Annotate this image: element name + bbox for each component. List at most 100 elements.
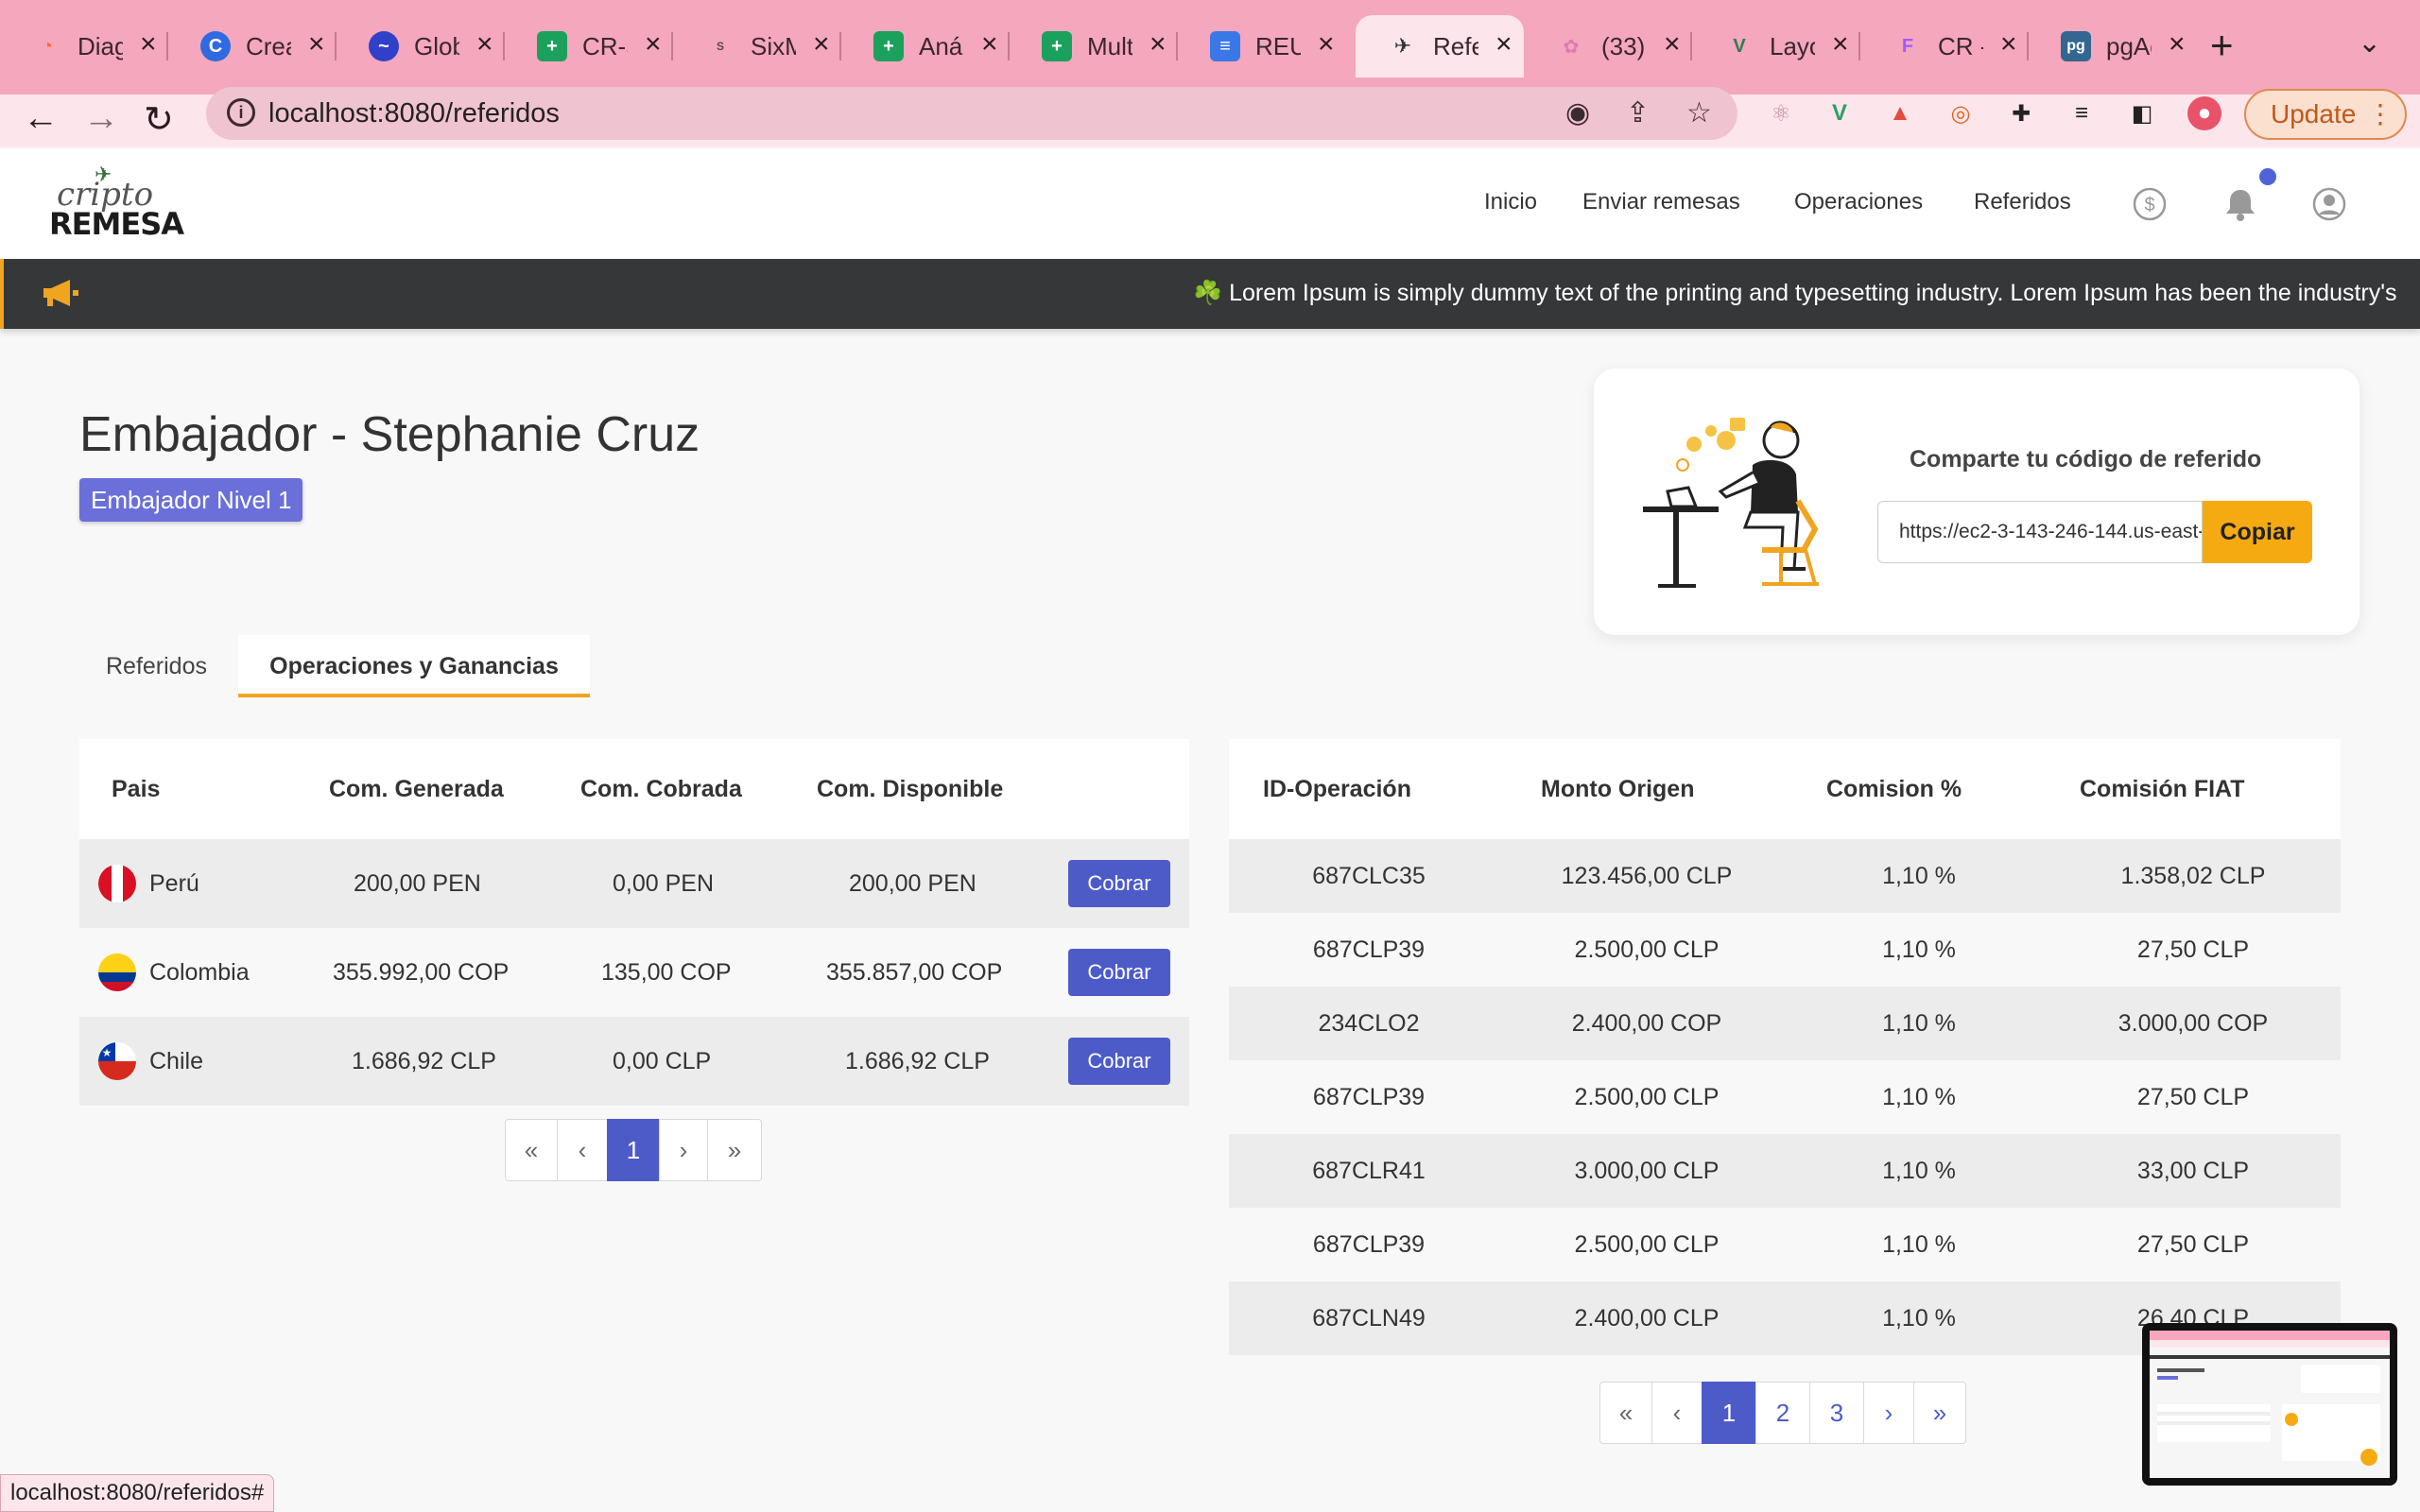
cobrar-button[interactable]: Cobrar: [1068, 860, 1170, 907]
more-vertical-icon[interactable]: ⋮: [2367, 91, 2394, 138]
operation-id-value: 687CLP39: [1312, 1231, 1426, 1258]
cobrar-button[interactable]: Cobrar: [1068, 949, 1170, 996]
close-tab-icon[interactable]: ×: [2169, 28, 2186, 60]
address-url[interactable]: localhost:8080/referidos: [268, 98, 560, 129]
profile-avatar-icon[interactable]: ●: [2187, 96, 2221, 130]
operation-row: 234CLO2 2.400,00 COP 1,10 % 3.000,00 COP: [1229, 987, 2341, 1060]
comision-fiat-value: 27,50 CLP: [2136, 1231, 2250, 1258]
tab-label: Layo: [1770, 32, 1815, 60]
close-tab-icon[interactable]: ×: [813, 28, 830, 60]
close-tab-icon[interactable]: ×: [140, 28, 157, 60]
react-devtools-icon[interactable]: ⚛: [1764, 96, 1798, 130]
reload-icon[interactable]: ↻: [144, 98, 174, 141]
tab-label: SixM: [751, 32, 796, 60]
tab-operaciones-ganancias[interactable]: Operaciones y Ganancias: [238, 635, 590, 697]
announcement-bar: ☘️ Lorem Ipsum is simply dummy text of t…: [0, 259, 2420, 329]
extensions-puzzle-icon[interactable]: ✚: [2004, 96, 2038, 130]
pagination-first[interactable]: «: [1599, 1382, 1652, 1444]
earnings-table: Pais Com. Generada Com. Cobrada Com. Dis…: [79, 739, 1189, 1106]
pagination-next[interactable]: ›: [659, 1119, 708, 1181]
screen-preview-thumbnail[interactable]: [2142, 1323, 2397, 1486]
new-tab-icon[interactable]: +: [2210, 23, 2234, 68]
browser-tab[interactable]: F CR - ×: [1860, 15, 2029, 77]
earnings-pagination: « ‹ 1 › »: [505, 1119, 762, 1181]
pagination-first[interactable]: «: [505, 1119, 558, 1181]
tab-favicon-icon: S: [716, 40, 724, 53]
close-tab-icon[interactable]: ×: [1832, 28, 1849, 60]
nav-referidos[interactable]: Referidos: [1974, 189, 2071, 215]
browser-tab-active[interactable]: ✈ Refe ×: [1356, 15, 1524, 77]
cripto-remesa-logo[interactable]: ✈ cripto REMESA: [45, 159, 184, 249]
side-panel-icon[interactable]: ◧: [2125, 96, 2159, 130]
browser-tab[interactable]: + Mult ×: [1010, 15, 1178, 77]
close-tab-icon[interactable]: ×: [1495, 28, 1512, 60]
chevron-down-icon[interactable]: ⌄: [2358, 26, 2381, 60]
pagination-last[interactable]: »: [707, 1119, 762, 1181]
browser-tab[interactable]: ✿ (33) ×: [1524, 15, 1692, 77]
browser-tab[interactable]: C Crea ×: [168, 15, 337, 77]
close-tab-icon[interactable]: ×: [2000, 28, 2017, 60]
pagination-page[interactable]: 1: [607, 1119, 660, 1181]
pagination-prev[interactable]: ‹: [1651, 1382, 1703, 1444]
tab-favicon-icon: C: [200, 31, 231, 61]
close-tab-icon[interactable]: ×: [981, 28, 998, 60]
earnings-row: Perú 200,00 PEN 0,00 PEN 200,00 PEN Cobr…: [79, 839, 1189, 928]
nav-enviar-remesas[interactable]: Enviar remesas: [1582, 189, 1740, 215]
pagination-page[interactable]: 1: [1702, 1382, 1756, 1444]
cobrar-button[interactable]: Cobrar: [1068, 1038, 1170, 1085]
browser-tab[interactable]: pg pgAd ×: [2029, 15, 2197, 77]
close-tab-icon[interactable]: ×: [476, 28, 493, 60]
operation-row: 687CLP39 2.500,00 CLP 1,10 % 27,50 CLP: [1229, 1208, 2341, 1281]
share-icon[interactable]: ⇪: [1626, 96, 1650, 129]
nav-inicio[interactable]: Inicio: [1484, 189, 1537, 215]
browser-tab[interactable]: ≡ REU ×: [1178, 15, 1346, 77]
notification-bell-icon[interactable]: [2221, 185, 2259, 223]
browser-tab[interactable]: + CR-S ×: [505, 15, 673, 77]
column-header-id-operacion: ID-Operación: [1263, 776, 1411, 802]
pagination-next[interactable]: ›: [1863, 1382, 1914, 1444]
update-button[interactable]: Update ⋮: [2244, 89, 2407, 140]
pagination-page[interactable]: 2: [1755, 1382, 1810, 1444]
currency-dollar-icon[interactable]: $: [2131, 185, 2169, 223]
tab-favicon-icon: V: [1733, 35, 1746, 57]
extension-lock-icon[interactable]: ▲: [1883, 96, 1917, 130]
nav-operaciones[interactable]: Operaciones: [1794, 189, 1923, 215]
browser-tab[interactable]: + Anál ×: [841, 15, 1010, 77]
browser-tab[interactable]: S SixM ×: [673, 15, 841, 77]
comision-pct-value: 1,10 %: [1882, 1231, 1956, 1258]
browser-tab[interactable]: ◔ Diag ×: [0, 15, 168, 77]
close-tab-icon[interactable]: ×: [1664, 28, 1681, 60]
colombia-flag-icon: [98, 954, 136, 991]
operation-row: 687CLR41 3.000,00 CLP 1,10 % 33,00 CLP: [1229, 1134, 2341, 1208]
com-disponible-value: 355.857,00 COP: [826, 959, 1003, 986]
status-bar-url: localhost:8080/referidos#: [0, 1474, 275, 1512]
close-tab-icon[interactable]: ×: [1318, 28, 1335, 60]
pagination-page[interactable]: 3: [1809, 1382, 1864, 1444]
referral-code-card: Comparte tu código de referido https://e…: [1594, 369, 2360, 635]
copy-link-button[interactable]: Copiar: [2203, 501, 2312, 563]
comision-pct-value: 1,10 %: [1882, 1305, 1956, 1332]
tab-referidos[interactable]: Referidos: [106, 635, 207, 697]
pagination-prev[interactable]: ‹: [557, 1119, 608, 1181]
close-tab-icon[interactable]: ×: [1150, 28, 1167, 60]
user-account-icon[interactable]: [2310, 185, 2348, 223]
pagination-last[interactable]: »: [1913, 1382, 1966, 1444]
comision-pct-value: 1,10 %: [1882, 1158, 1956, 1184]
address-bar[interactable]: i localhost:8080/referidos ◉ ⇪ ☆: [206, 87, 1737, 140]
vue-devtools-icon[interactable]: V: [1823, 96, 1857, 130]
bookmark-star-icon[interactable]: ☆: [1686, 96, 1712, 129]
browser-tab[interactable]: V Layo ×: [1692, 15, 1860, 77]
media-queue-icon[interactable]: ≡: [2065, 96, 2099, 130]
close-tab-icon[interactable]: ×: [308, 28, 325, 60]
browser-tab[interactable]: ~ Glob ×: [337, 15, 505, 77]
back-arrow-icon[interactable]: ←: [23, 98, 59, 139]
site-info-icon[interactable]: i: [227, 98, 255, 127]
tab-favicon-icon: ✈: [1393, 34, 1412, 58]
close-tab-icon[interactable]: ×: [645, 28, 662, 60]
forward-arrow-icon[interactable]: →: [83, 98, 119, 139]
referral-link-input[interactable]: https://ec2-3-143-246-144.us-east-2.comp…: [1877, 501, 2203, 563]
notification-badge: [2259, 168, 2276, 185]
page-content: ✈ cripto REMESA Inicio Enviar remesas Op…: [0, 149, 2420, 1512]
eye-icon[interactable]: ◉: [1565, 96, 1590, 129]
extension-circle-icon[interactable]: ◎: [1944, 96, 1978, 130]
